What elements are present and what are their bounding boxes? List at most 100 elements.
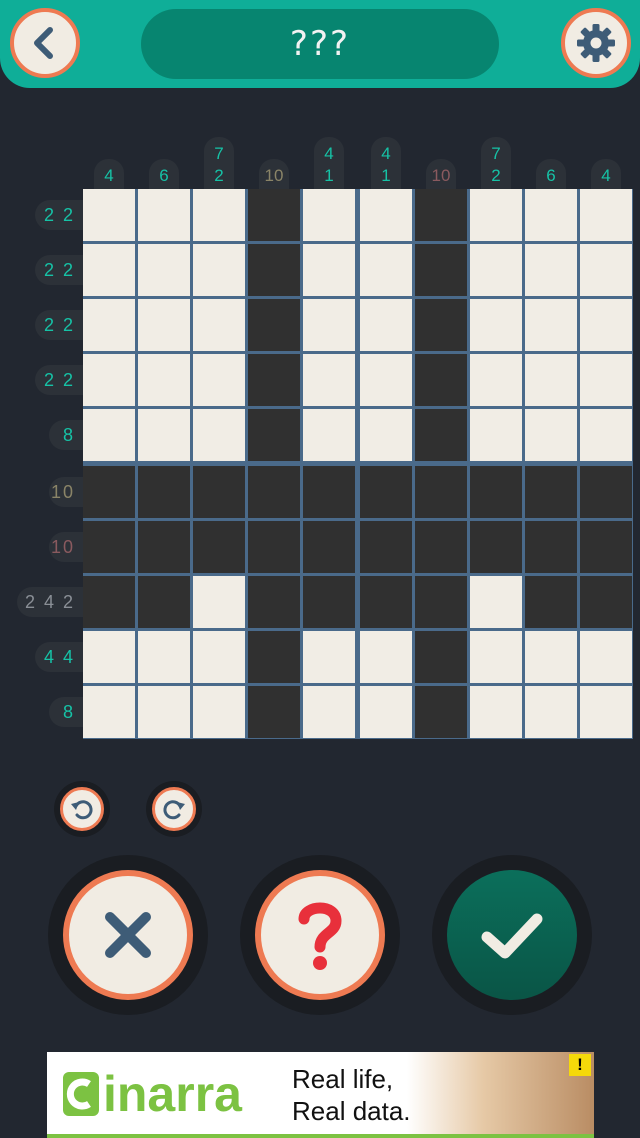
grid-cell[interactable]	[138, 409, 190, 461]
grid-cell[interactable]	[248, 631, 300, 683]
grid-cell[interactable]	[83, 299, 135, 351]
grid-cell[interactable]	[580, 354, 632, 406]
grid-cell[interactable]	[470, 686, 522, 738]
grid-cell[interactable]	[415, 576, 467, 628]
grid-cell[interactable]	[193, 576, 245, 628]
grid-cell[interactable]	[303, 576, 355, 628]
grid-cell[interactable]	[303, 354, 355, 406]
grid-cell[interactable]	[83, 686, 135, 738]
grid-cell[interactable]	[360, 686, 412, 738]
grid-cell[interactable]	[138, 189, 190, 241]
grid-cell[interactable]	[525, 521, 577, 573]
grid-cell[interactable]	[83, 466, 135, 518]
grid-cell[interactable]	[138, 521, 190, 573]
grid-cell[interactable]	[525, 466, 577, 518]
grid-cell[interactable]	[83, 189, 135, 241]
grid-cell[interactable]	[360, 299, 412, 351]
grid-cell[interactable]	[193, 354, 245, 406]
grid-cell[interactable]	[580, 189, 632, 241]
grid-cell[interactable]	[138, 244, 190, 296]
grid-cell[interactable]	[193, 466, 245, 518]
settings-button[interactable]	[561, 8, 631, 78]
grid-cell[interactable]	[83, 409, 135, 461]
hint-button[interactable]	[255, 870, 385, 1000]
clear-button[interactable]	[63, 870, 193, 1000]
grid-cell[interactable]	[248, 299, 300, 351]
grid-cell[interactable]	[415, 189, 467, 241]
redo-button[interactable]	[146, 781, 202, 837]
grid-cell[interactable]	[525, 354, 577, 406]
nonogram-grid[interactable]	[83, 189, 633, 739]
grid-cell[interactable]	[138, 299, 190, 351]
grid-cell[interactable]	[360, 631, 412, 683]
grid-cell[interactable]	[470, 466, 522, 518]
grid-cell[interactable]	[303, 409, 355, 461]
grid-cell[interactable]	[580, 244, 632, 296]
grid-cell[interactable]	[415, 354, 467, 406]
grid-cell[interactable]	[415, 521, 467, 573]
grid-cell[interactable]	[248, 354, 300, 406]
grid-cell[interactable]	[248, 244, 300, 296]
grid-cell[interactable]	[83, 576, 135, 628]
grid-cell[interactable]	[360, 244, 412, 296]
grid-cell[interactable]	[470, 576, 522, 628]
grid-cell[interactable]	[303, 299, 355, 351]
grid-cell[interactable]	[360, 189, 412, 241]
grid-cell[interactable]	[248, 521, 300, 573]
grid-cell[interactable]	[580, 466, 632, 518]
ad-banner[interactable]: inarra Real life, Real data. !	[47, 1052, 594, 1138]
grid-cell[interactable]	[415, 409, 467, 461]
grid-cell[interactable]	[193, 521, 245, 573]
grid-cell[interactable]	[193, 631, 245, 683]
grid-cell[interactable]	[580, 686, 632, 738]
grid-cell[interactable]	[193, 299, 245, 351]
grid-cell[interactable]	[525, 299, 577, 351]
grid-cell[interactable]	[525, 189, 577, 241]
grid-cell[interactable]	[138, 576, 190, 628]
grid-cell[interactable]	[138, 354, 190, 406]
grid-cell[interactable]	[248, 686, 300, 738]
grid-cell[interactable]	[138, 686, 190, 738]
grid-cell[interactable]	[415, 466, 467, 518]
grid-cell[interactable]	[303, 631, 355, 683]
grid-cell[interactable]	[525, 409, 577, 461]
grid-cell[interactable]	[193, 244, 245, 296]
grid-cell[interactable]	[525, 576, 577, 628]
grid-cell[interactable]	[580, 631, 632, 683]
grid-cell[interactable]	[360, 354, 412, 406]
grid-cell[interactable]	[580, 576, 632, 628]
grid-cell[interactable]	[470, 631, 522, 683]
grid-cell[interactable]	[303, 189, 355, 241]
grid-cell[interactable]	[138, 631, 190, 683]
grid-cell[interactable]	[303, 466, 355, 518]
grid-cell[interactable]	[525, 686, 577, 738]
grid-cell[interactable]	[303, 521, 355, 573]
grid-cell[interactable]	[580, 299, 632, 351]
grid-cell[interactable]	[83, 521, 135, 573]
grid-cell[interactable]	[415, 631, 467, 683]
ad-badge[interactable]: !	[569, 1054, 591, 1076]
grid-cell[interactable]	[248, 409, 300, 461]
grid-cell[interactable]	[470, 521, 522, 573]
grid-cell[interactable]	[470, 354, 522, 406]
grid-cell[interactable]	[303, 244, 355, 296]
grid-cell[interactable]	[525, 631, 577, 683]
check-button[interactable]	[447, 870, 577, 1000]
grid-cell[interactable]	[83, 244, 135, 296]
grid-cell[interactable]	[470, 299, 522, 351]
grid-cell[interactable]	[83, 631, 135, 683]
grid-cell[interactable]	[470, 244, 522, 296]
grid-cell[interactable]	[193, 686, 245, 738]
grid-cell[interactable]	[580, 521, 632, 573]
grid-cell[interactable]	[248, 576, 300, 628]
grid-cell[interactable]	[415, 244, 467, 296]
grid-cell[interactable]	[470, 189, 522, 241]
grid-cell[interactable]	[360, 466, 412, 518]
grid-cell[interactable]	[83, 354, 135, 406]
grid-cell[interactable]	[580, 409, 632, 461]
grid-cell[interactable]	[138, 466, 190, 518]
grid-cell[interactable]	[248, 466, 300, 518]
grid-cell[interactable]	[248, 189, 300, 241]
grid-cell[interactable]	[525, 244, 577, 296]
grid-cell[interactable]	[415, 686, 467, 738]
